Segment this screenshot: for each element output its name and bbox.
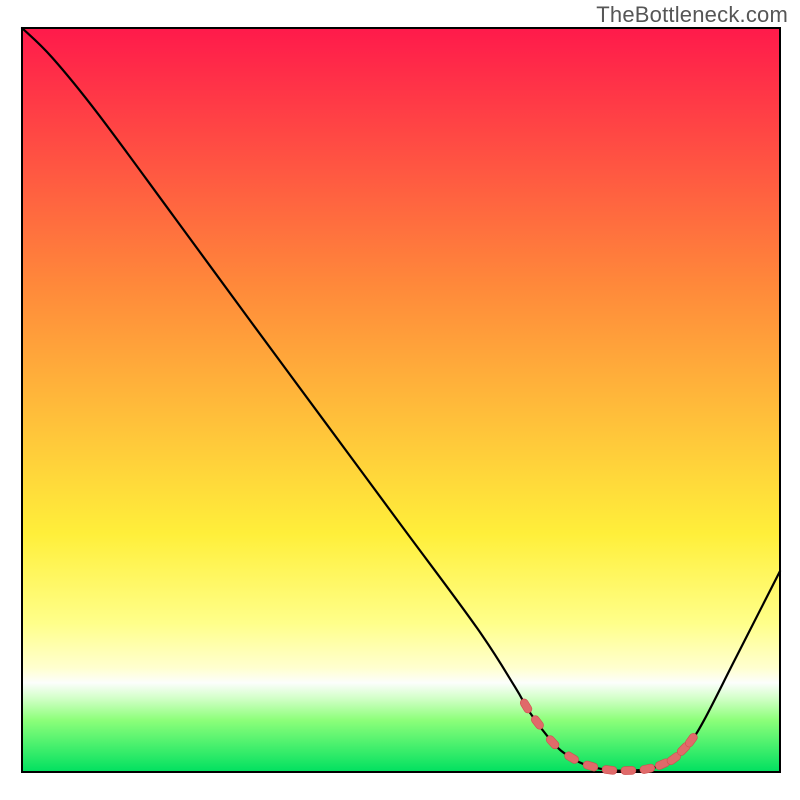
valley-marker <box>621 766 636 774</box>
bottleneck-chart <box>0 0 800 800</box>
plot-background <box>22 28 780 772</box>
